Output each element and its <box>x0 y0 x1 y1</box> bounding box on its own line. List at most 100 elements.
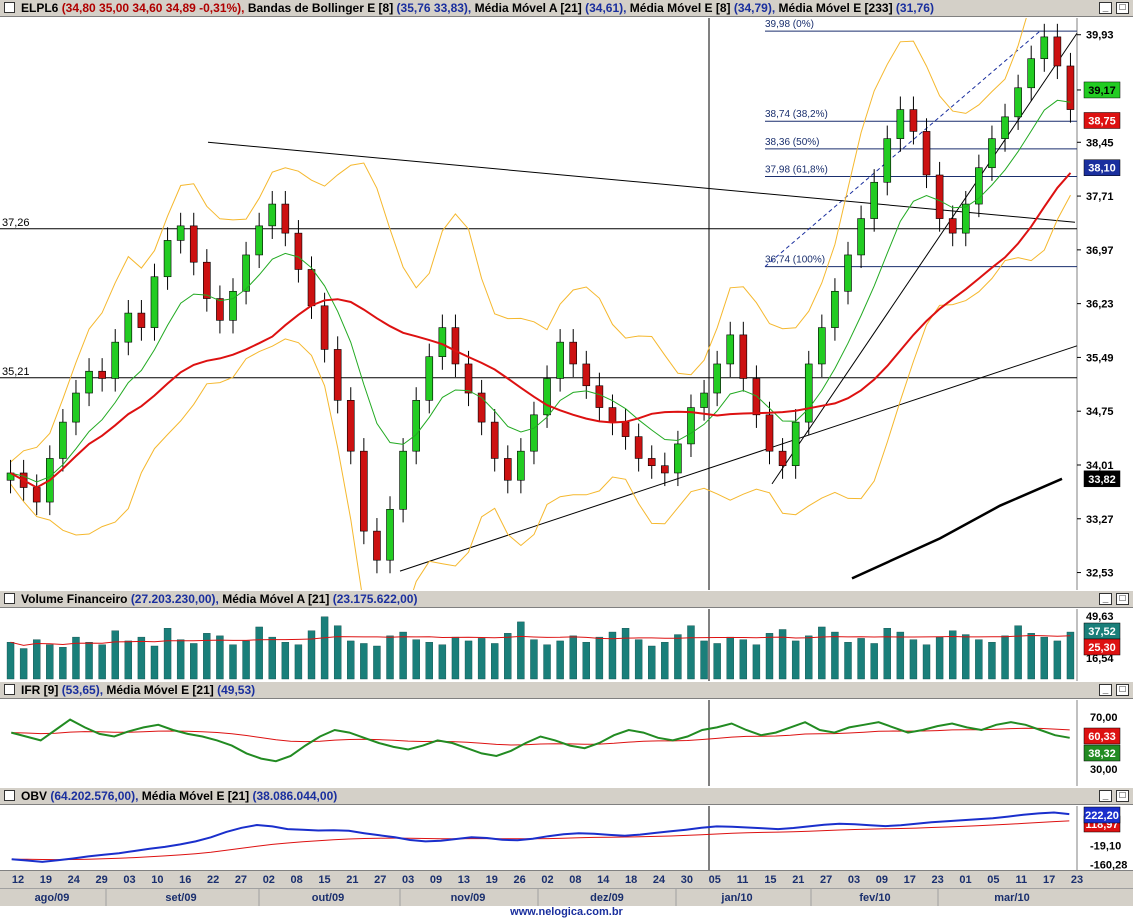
candle <box>203 249 211 312</box>
candle-body-up <box>438 327 447 357</box>
candle-body-down <box>765 414 774 452</box>
minimize-icon[interactable]: _ <box>1099 2 1112 14</box>
volume-bar <box>347 640 355 680</box>
x-tick-label: 11 <box>1015 874 1027 886</box>
volume-bar <box>739 639 748 680</box>
volume-bar <box>726 636 734 680</box>
candle <box>752 365 761 428</box>
candle-body-up <box>1040 36 1049 60</box>
y-tick-label: 35,49 <box>1086 352 1114 364</box>
volume-panel-header: Volume Financeiro (27.203.230,00), Média… <box>0 591 1133 608</box>
volume-bar <box>530 639 538 680</box>
volume-bar <box>281 641 290 680</box>
volume-ma-badge-text: 25,30 <box>1088 642 1116 654</box>
ifr-badge: 38,32 <box>1083 744 1121 762</box>
candle <box>517 438 525 494</box>
maximize-icon[interactable]: □ <box>1116 684 1129 696</box>
volume-bar <box>791 640 800 680</box>
volume-bar <box>661 641 669 680</box>
x-tick-label: 08 <box>569 874 581 886</box>
volume-bar <box>818 626 826 680</box>
candle <box>320 292 329 363</box>
panel-checkbox[interactable] <box>4 593 15 605</box>
volume-bar <box>582 641 590 680</box>
x-tick-label: 03 <box>848 874 860 886</box>
volume-bar <box>294 644 303 680</box>
volume-bar <box>268 636 276 680</box>
candle <box>72 379 80 436</box>
obv-ma-line <box>11 820 1070 861</box>
volume-ma-badge: 25,30 <box>1083 638 1121 656</box>
candle-body-down <box>189 225 198 263</box>
candle <box>333 336 342 414</box>
volume-ma-values: (23.175.622,00) <box>332 592 418 606</box>
y-tick-label: 33,27 <box>1086 514 1114 526</box>
maximize-icon[interactable]: □ <box>1116 790 1129 802</box>
candle-body-up <box>857 218 865 256</box>
minimize-icon[interactable]: _ <box>1099 593 1112 605</box>
x-tick-label: 09 <box>430 874 442 886</box>
candle <box>399 438 407 523</box>
fibonacci-label: 36,74 (100%) <box>765 255 825 266</box>
y-tick-label: 34,01 <box>1086 460 1114 472</box>
candle-body-up <box>883 138 892 183</box>
candle-body-down <box>373 530 381 561</box>
volume-bar <box>412 639 420 680</box>
volume-bar <box>569 635 577 680</box>
candle-body-down <box>503 458 512 481</box>
volume-bar <box>1014 625 1022 680</box>
candle-body-up <box>713 363 721 394</box>
candle <box>268 190 277 239</box>
volume-bar <box>373 645 381 680</box>
price-badge-text: 38,75 <box>1088 115 1116 127</box>
volume-bar <box>556 640 564 680</box>
candle <box>85 358 93 407</box>
x-tick-label: 10 <box>151 874 163 886</box>
indicator-ema8-name: Média Móvel E [8] <box>629 1 731 15</box>
ema8-line <box>10 99 1071 483</box>
x-tick-label: 09 <box>876 874 888 886</box>
volume-bar <box>935 636 944 680</box>
panel-checkbox[interactable] <box>4 684 15 696</box>
horizontal-line-label: 35,21 <box>2 366 30 378</box>
candle-body-down <box>595 385 604 408</box>
candle-body-up <box>543 378 551 416</box>
minimize-icon[interactable]: _ <box>1099 790 1112 802</box>
candle-body-up <box>961 203 970 234</box>
panel-checkbox[interactable] <box>4 790 15 802</box>
candle-body-down <box>909 109 918 132</box>
y-tick-label: 70,00 <box>1090 712 1118 724</box>
maximize-icon[interactable]: □ <box>1116 593 1129 605</box>
volume-bar <box>805 635 813 680</box>
x-tick-label: 14 <box>597 874 610 886</box>
volume-bar <box>33 639 41 680</box>
month-label: dez/09 <box>590 892 624 904</box>
candle-body-up <box>59 421 67 459</box>
candle <box>961 190 970 247</box>
x-tick-label: 17 <box>1043 874 1055 886</box>
volume-bar <box>163 628 172 680</box>
candle-body-up <box>517 450 525 481</box>
candle <box>176 212 185 254</box>
ifr-panel-header: IFR [9] (53,65), Média Móvel E [21] (49,… <box>0 682 1133 699</box>
volume-bar <box>831 631 839 680</box>
y-tick-label: 36,23 <box>1086 299 1114 311</box>
candle-body-down <box>661 465 669 474</box>
candle-body-down <box>203 261 211 299</box>
footer-url[interactable]: www.nelogica.com.br <box>0 906 1133 924</box>
volume-bar <box>948 630 957 680</box>
panel-checkbox[interactable] <box>4 2 15 14</box>
volume-bar <box>713 643 721 680</box>
maximize-icon[interactable]: □ <box>1116 2 1129 14</box>
indicator-ma21-values: (34,61), <box>585 1 627 15</box>
volume-bar <box>6 641 15 680</box>
volume-bar <box>595 636 604 680</box>
minimize-icon[interactable]: _ <box>1099 684 1112 696</box>
ifr-badge-text: 38,32 <box>1088 748 1116 760</box>
volume-bar <box>517 621 525 680</box>
price-badge-text: 39,17 <box>1088 85 1116 97</box>
candle-body-down <box>451 327 460 365</box>
candle-body-down <box>464 363 473 394</box>
candle-body-down <box>778 450 787 467</box>
volume-bar <box>700 640 708 680</box>
